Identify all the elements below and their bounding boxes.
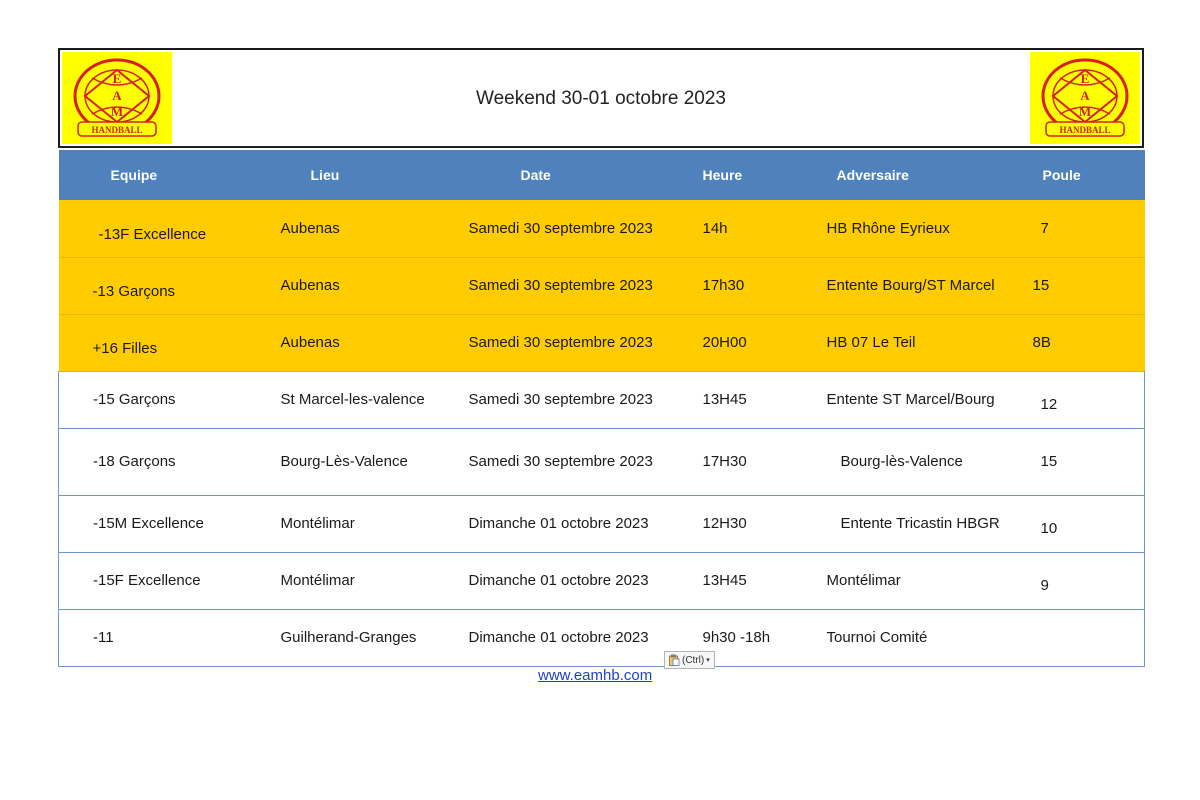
column-header-adversaire: Adversaire [836,167,909,183]
cell-equipe: -15 Garçons [58,371,261,428]
column-header-date: Date [520,167,551,183]
cell-heure: 13H45 [702,572,747,589]
cell-heure: 17h30 [702,277,745,294]
cell-adversaire: HB 07 Le Teil [826,334,916,351]
table-row: -13 Garçons Aubenas Samedi 30 septembre … [58,257,1145,314]
handball-logo-icon: E A M HANDBALL [1041,58,1129,137]
cell-lieu: St Marcel-les-valence [280,391,425,408]
cell-equipe: -13 Garçons [92,283,176,300]
cell-date: Samedi 30 septembre 2023 [468,391,653,408]
cell-equipe: +16 Filles [92,340,158,357]
page-title: Weekend 30-01 octobre 2023 [476,88,726,109]
document-page: E A M HANDBALL Weekend 30-01 octobre 202… [0,0,1200,800]
cell-lieu: Aubenas [280,277,340,294]
cell-adversaire: Montélimar [826,572,901,589]
cell-poule: 9 [1026,552,1145,609]
cell-date: Dimanche 01 octobre 2023 [468,629,649,646]
cell-lieu: Aubenas [280,334,340,351]
document-header: E A M HANDBALL Weekend 30-01 octobre 202… [58,48,1144,148]
cell-date: Samedi 30 septembre 2023 [468,219,653,237]
club-logo-right: E A M HANDBALL [1030,52,1140,144]
cell-poule [1026,609,1145,666]
column-header-heure: Heure [702,167,743,183]
cell-equipe: -18 Garçons [58,428,261,495]
dropdown-arrow-icon: ▾ [706,657,710,664]
table-header-row: Equipe Lieu Date Heure Adversaire Poule [58,150,1145,200]
cell-poule: 15 [1026,428,1145,495]
cell-adversaire: Entente Tricastin HBGR [840,515,1000,532]
table-row: -18 Garçons Bourg-Lès-Valence Samedi 30 … [58,428,1145,495]
cell-date: Dimanche 01 octobre 2023 [468,515,649,532]
cell-heure: 12H30 [702,515,747,532]
cell-lieu: Aubenas [280,219,340,237]
paste-options-label: (Ctrl) [682,654,705,666]
column-header-equipe: Equipe [110,167,158,183]
table-row: -15M Excellence Montélimar Dimanche 01 o… [58,495,1145,552]
column-header-lieu: Lieu [310,167,340,183]
cell-lieu: Bourg-Lès-Valence [280,453,408,470]
cell-adversaire: Bourg-lès-Valence [840,453,963,470]
table-row: +16 Filles Aubenas Samedi 30 septembre 2… [58,314,1145,371]
logo-letter-e: E [113,71,122,86]
cell-heure: 14h [702,219,728,237]
cell-heure: 20H00 [702,334,747,351]
cell-adversaire: Entente ST Marcel/Bourg [826,391,995,408]
paste-options-button[interactable]: (Ctrl) ▾ [664,651,715,669]
cell-equipe: -15F Excellence [58,552,261,609]
table-row: -15F Excellence Montélimar Dimanche 01 o… [58,552,1145,609]
cell-poule: 12 [1026,371,1145,428]
cell-adversaire: Entente Bourg/ST Marcel [826,277,995,294]
cell-adversaire: HB Rhône Eyrieux [826,219,950,237]
cell-equipe: -15M Excellence [58,495,261,552]
cell-poule: 8B [1032,334,1051,351]
cell-date: Samedi 30 septembre 2023 [468,453,653,470]
cell-date: Samedi 30 septembre 2023 [468,334,653,351]
cell-heure: 17H30 [702,453,747,470]
cell-lieu: Montélimar [280,572,355,589]
table-row: -15 Garçons St Marcel-les-valence Samedi… [58,371,1145,428]
table-row: -13F Excellence Aubenas Samedi 30 septem… [58,200,1145,257]
logo-letter-a: A [1080,88,1090,103]
logo-letter-e: E [1081,71,1090,86]
cell-date: Samedi 30 septembre 2023 [468,277,653,294]
cell-poule: 10 [1026,495,1145,552]
cell-poule: 15 [1032,277,1050,294]
logo-banner-text: HANDBALL [91,125,142,135]
cell-equipe: -11 [58,609,261,666]
column-header-poule: Poule [1042,167,1081,183]
logo-letter-m: M [1079,104,1091,119]
clipboard-icon [669,654,680,666]
logo-banner-text: HANDBALL [1059,125,1110,135]
table-row: -11 Guilherand-Granges Dimanche 01 octob… [58,609,1145,666]
cell-date: Dimanche 01 octobre 2023 [468,572,649,589]
cell-lieu: Montélimar [280,515,355,532]
cell-poule: 7 [1040,219,1049,237]
cell-lieu: Guilherand-Granges [280,629,417,646]
cell-adversaire: Tournoi Comité [826,629,928,646]
website-link[interactable]: www.eamhb.com [538,667,652,684]
match-schedule-table: Equipe Lieu Date Heure Adversaire Poule … [58,150,1145,667]
cell-heure: 13H45 [702,391,747,408]
cell-equipe: -13F Excellence [98,225,207,243]
